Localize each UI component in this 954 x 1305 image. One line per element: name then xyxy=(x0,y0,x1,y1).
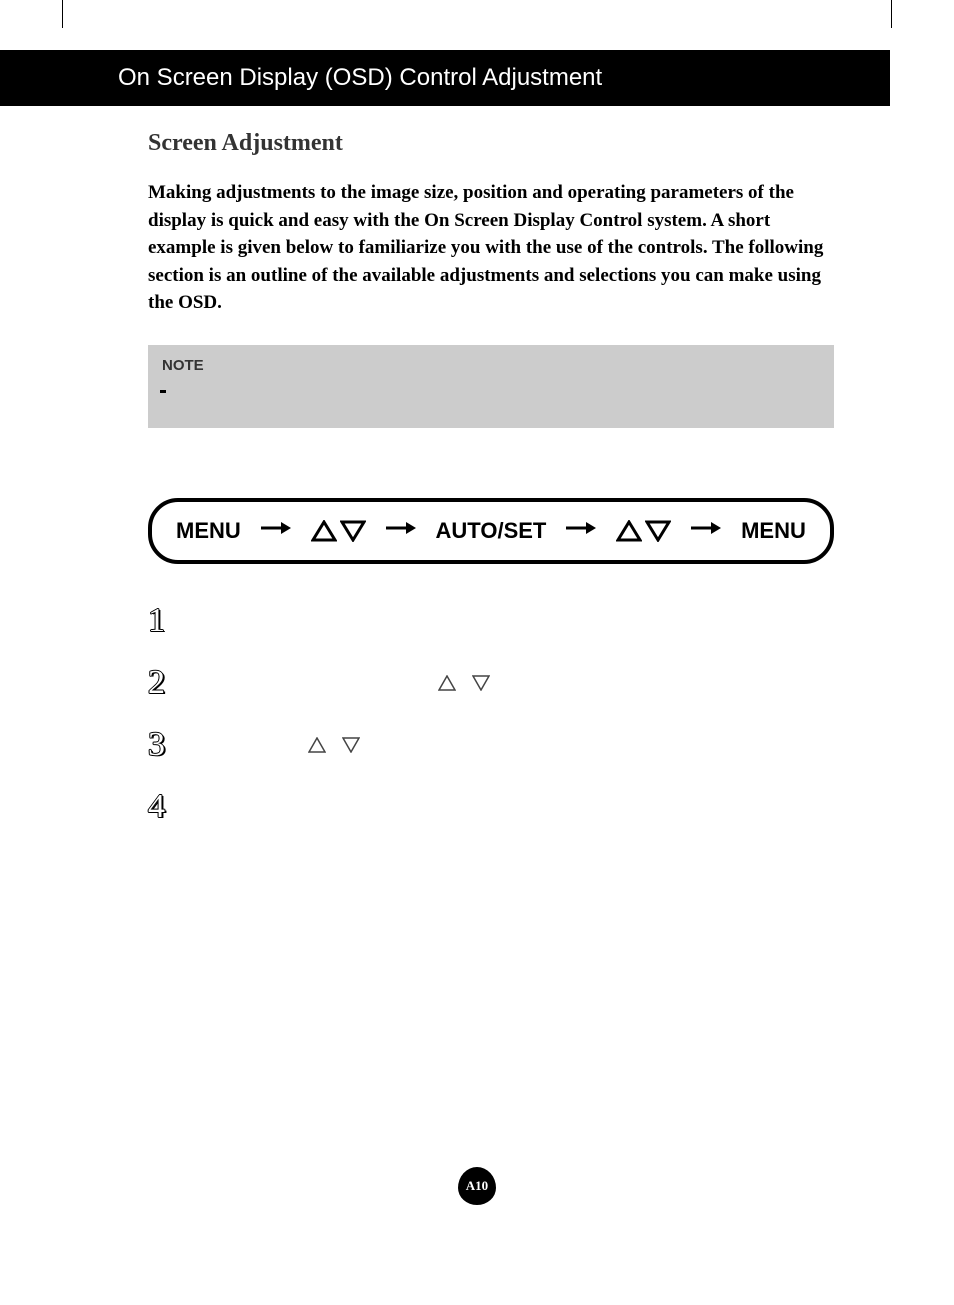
step-number-3: 3 xyxy=(148,726,178,764)
step-row-1: 1 xyxy=(148,590,834,652)
arrow-right-icon xyxy=(386,520,416,541)
seq-menu-2: MENU xyxy=(741,518,806,544)
seq-autoset: AUTO/SET xyxy=(436,518,547,544)
step-row-3: 3 xyxy=(148,714,834,776)
arrow-right-icon xyxy=(261,520,291,541)
content-area: Screen Adjustment Making adjustments to … xyxy=(148,130,834,838)
note-box: NOTE xyxy=(148,345,834,428)
steps-list: 1 2 3 4 xyxy=(148,590,834,838)
step-number-2: 2 xyxy=(148,664,178,702)
crop-mark-left xyxy=(62,0,63,28)
page-number: A10 xyxy=(466,1178,488,1194)
crop-mark-right xyxy=(891,0,892,28)
step-number-4: 4 xyxy=(148,788,178,826)
arrow-right-icon xyxy=(566,520,596,541)
note-label: NOTE xyxy=(162,357,820,374)
note-bullet-icon xyxy=(160,390,166,393)
up-down-triangles-icon xyxy=(311,520,366,542)
crop-marks xyxy=(0,0,954,40)
up-down-triangles-icon xyxy=(616,520,671,542)
up-down-triangles-small-icon xyxy=(308,737,360,753)
button-sequence-box: MENU AUTO/SET MENU xyxy=(148,498,834,564)
header-bar: On Screen Display (OSD) Control Adjustme… xyxy=(0,50,890,106)
intro-paragraph: Making adjustments to the image size, po… xyxy=(148,179,834,317)
page-number-badge: A10 xyxy=(458,1167,496,1205)
page-title: On Screen Display (OSD) Control Adjustme… xyxy=(118,64,602,92)
seq-menu-1: MENU xyxy=(176,518,241,544)
up-down-triangles-small-icon xyxy=(438,675,490,691)
arrow-right-icon xyxy=(691,520,721,541)
step-row-4: 4 xyxy=(148,776,834,838)
step-number-1: 1 xyxy=(148,602,178,640)
step-row-2: 2 xyxy=(148,652,834,714)
section-heading: Screen Adjustment xyxy=(148,130,834,157)
